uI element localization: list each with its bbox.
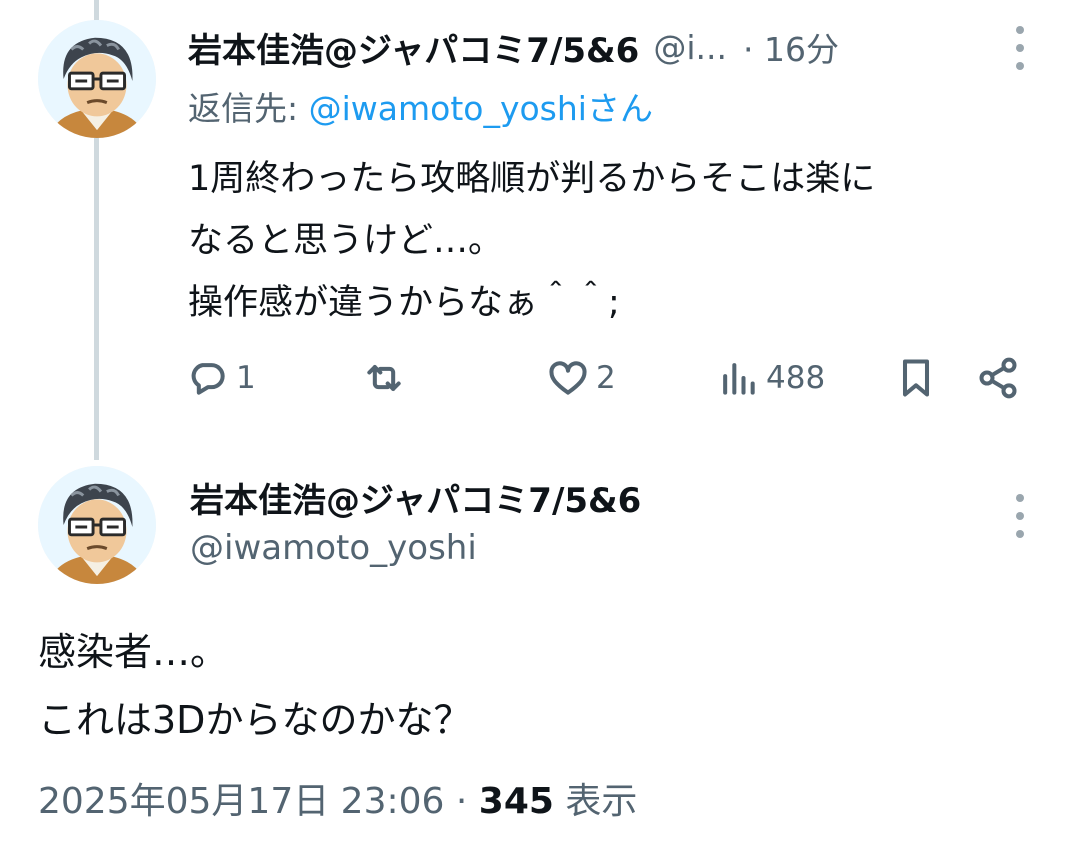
retweet-button[interactable] [362, 350, 412, 406]
tweet-meta: 2025年05月17日 23:06 · 345 表示 [38, 772, 637, 824]
avatar[interactable] [38, 20, 156, 138]
tweet-text-line: なると思うけど…。 [188, 221, 504, 261]
replying-to-link[interactable]: @iwamoto_yoshiさん [309, 89, 653, 128]
heart-icon [549, 361, 587, 395]
like-count: 2 [596, 360, 616, 396]
reply-tweet-header: 岩本佳浩@ジャパコミ7/5&6 @i... · 16分 [188, 22, 839, 72]
share-button[interactable] [976, 350, 1020, 406]
main-tweet-header: 岩本佳浩@ジャパコミ7/5&6 [190, 472, 641, 522]
reply-button[interactable]: 1 [186, 350, 256, 406]
avatar-illustration [38, 20, 156, 138]
views-count: 345 [478, 781, 554, 822]
main-tweet-text: 感染者…。 これは3Dからなのかな？ [38, 618, 471, 754]
views-label: 表示 [553, 781, 638, 822]
avatar[interactable] [38, 466, 156, 584]
tweet-text-line: 感染者…。 [38, 630, 229, 674]
bookmark-button[interactable] [894, 350, 938, 406]
handle[interactable]: @i... [653, 28, 727, 67]
tweet-text-line: 操作感が違うからなぁ＾＾; [188, 283, 620, 323]
action-bar: 1 2 488 [186, 350, 1026, 406]
handle[interactable]: @iwamoto_yoshi [190, 528, 477, 568]
views-button[interactable]: 488 [716, 350, 825, 406]
meta-separator: · [444, 781, 479, 822]
retweet-icon [367, 364, 401, 392]
avatar-illustration [38, 466, 156, 584]
like-button[interactable]: 2 [546, 350, 616, 406]
display-name[interactable]: 岩本佳浩@ジャパコミ7/5&6 [190, 473, 641, 522]
analytics-icon [723, 363, 755, 395]
display-name[interactable]: 岩本佳浩@ジャパコミ7/5&6 [188, 23, 639, 72]
tweet-text-line: 1周終わったら攻略順が判るからそこは楽に [188, 159, 876, 199]
share-icon [979, 357, 1017, 399]
timestamp[interactable]: · 16分 [743, 23, 839, 71]
tweet-text-line: これは3Dからなのかな？ [38, 698, 472, 742]
reply-count: 1 [236, 360, 256, 396]
more-vertical-icon[interactable] [1010, 494, 1030, 538]
replying-label: 返信先: [188, 89, 309, 128]
bookmark-icon [902, 359, 930, 397]
reply-tweet-text: 1周終わったら攻略順が判るからそこは楽に なると思うけど…。 操作感が違うからな… [188, 148, 875, 334]
tweet-timestamp[interactable]: 2025年05月17日 23:06 [38, 781, 444, 822]
more-vertical-icon[interactable] [1010, 26, 1030, 70]
reply-icon [191, 363, 225, 395]
view-count: 488 [766, 360, 826, 396]
replying-to: 返信先: @iwamoto_yoshiさん [188, 82, 653, 130]
